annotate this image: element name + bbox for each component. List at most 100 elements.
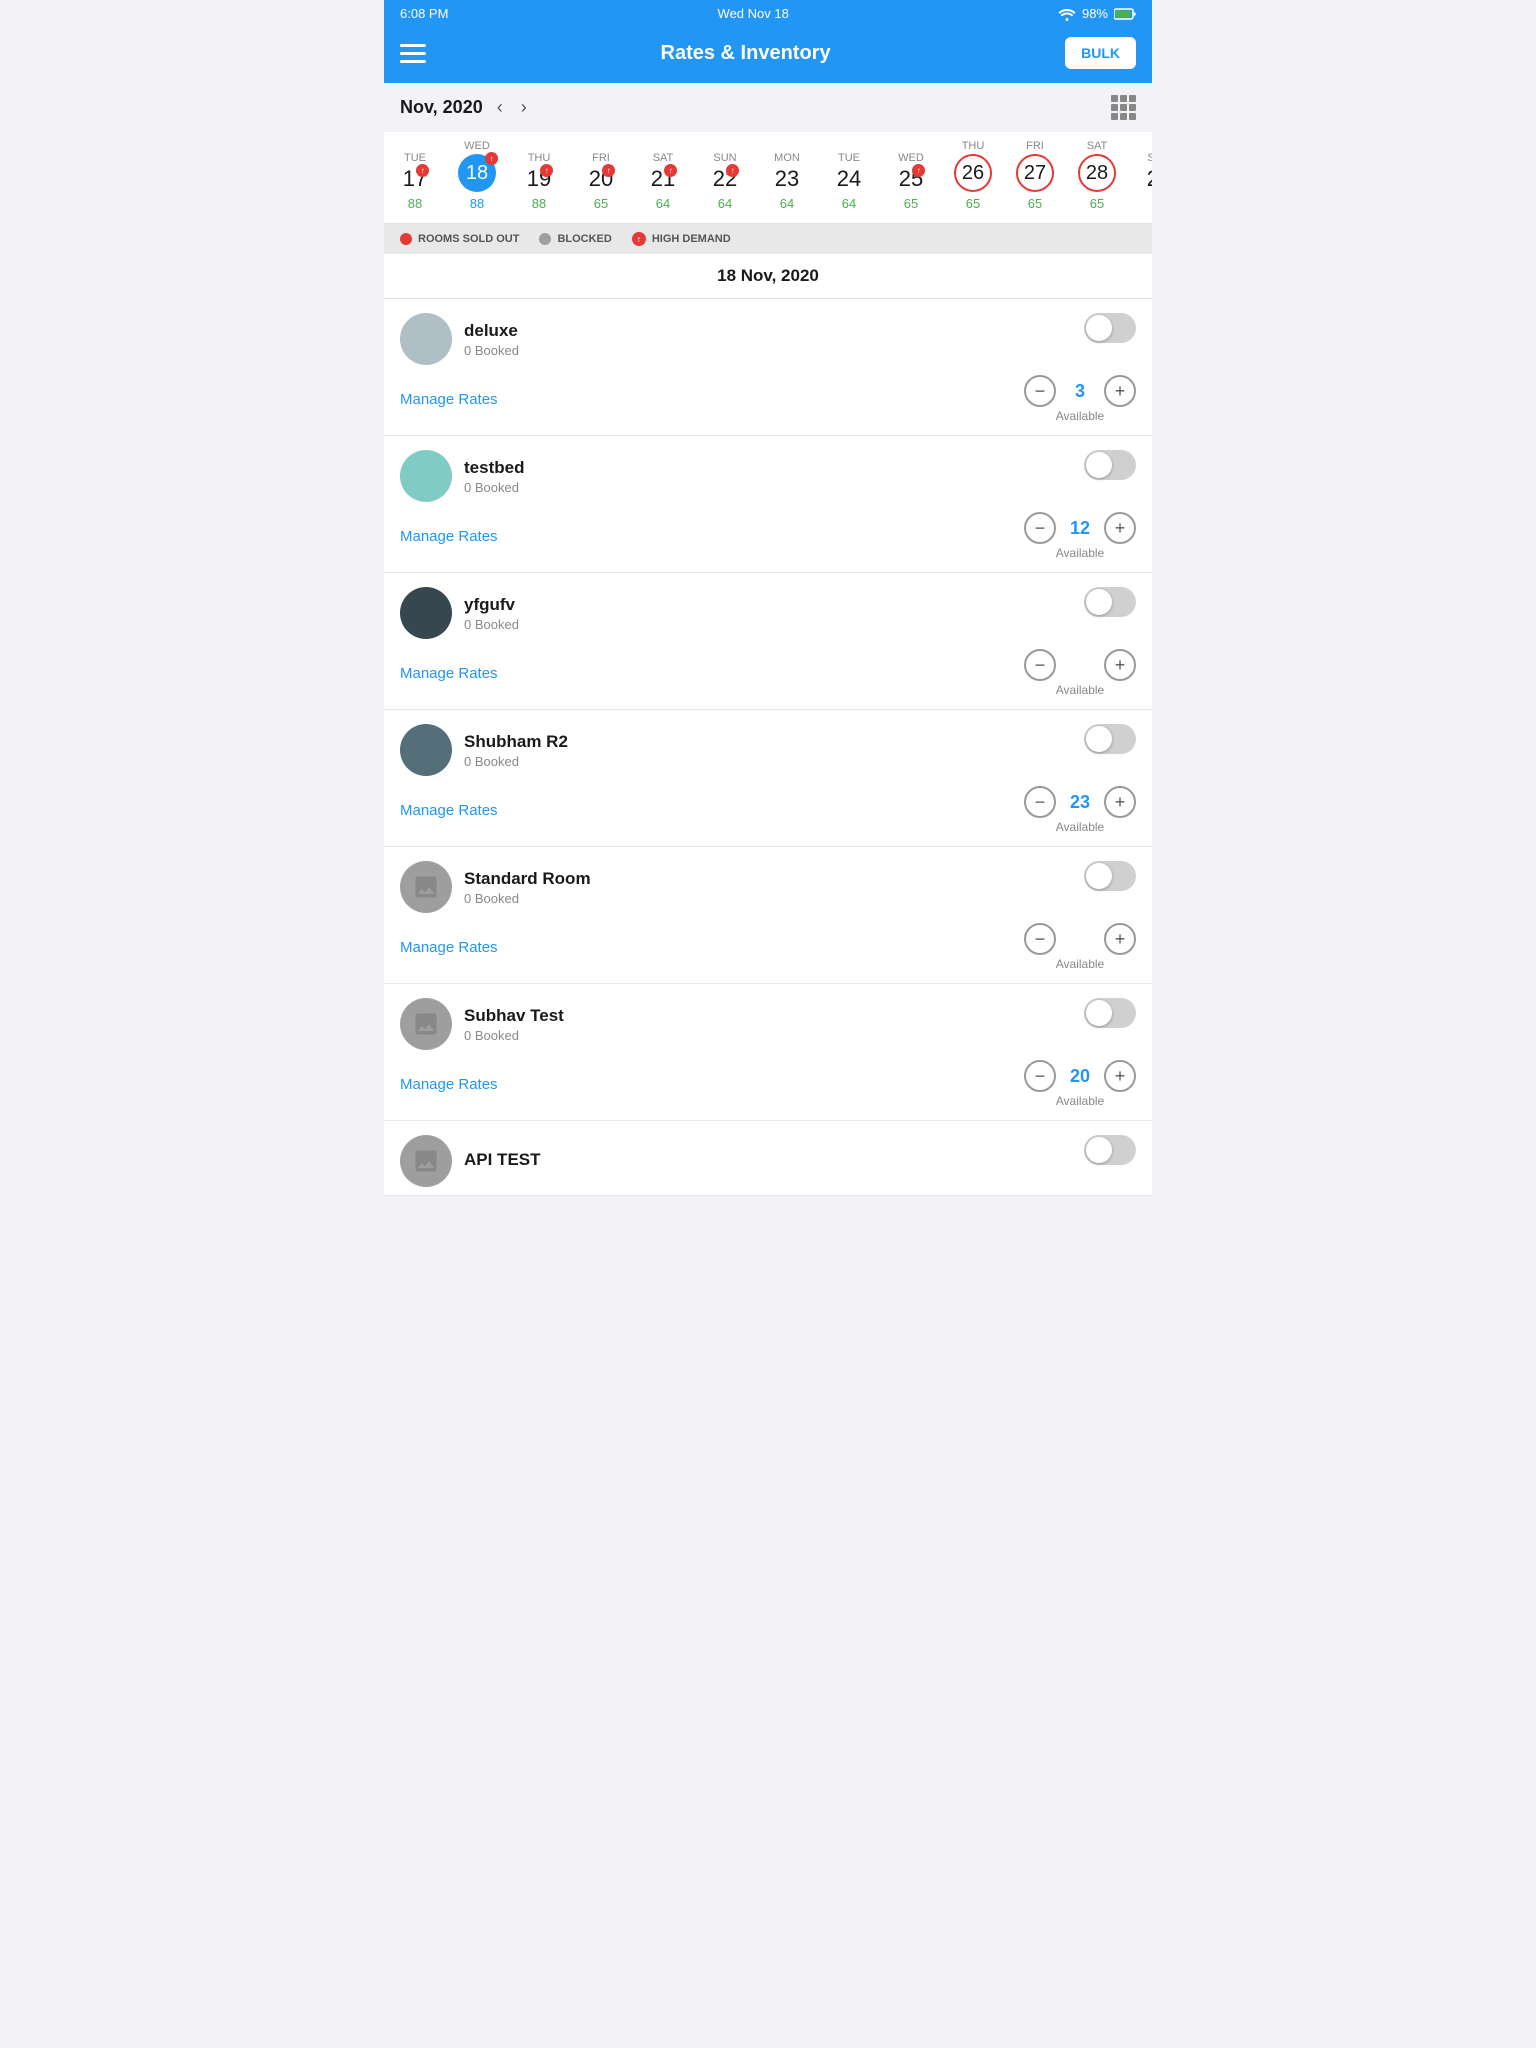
calendar-day-26[interactable]: THU2665: [942, 136, 1004, 215]
next-month-button[interactable]: ›: [517, 93, 531, 122]
manage-rates-link[interactable]: Manage Rates: [400, 528, 498, 545]
room-availability-toggle[interactable]: [1084, 724, 1136, 754]
available-label: Available: [1056, 820, 1104, 834]
available-count: 20: [1068, 1066, 1092, 1087]
cal-day-name: WED: [898, 152, 924, 164]
availability-control: −+Available: [1024, 649, 1136, 697]
room-availability-toggle[interactable]: [1084, 313, 1136, 343]
menu-button[interactable]: [400, 44, 426, 63]
available-label: Available: [1056, 409, 1104, 423]
room-booked-count: 0 Booked: [464, 343, 519, 358]
room-info: Standard Room0 Booked: [400, 861, 1084, 913]
calendar-day-21[interactable]: SAT2164: [632, 148, 694, 215]
calendar-day-27[interactable]: FRI2765: [1004, 136, 1066, 215]
manage-rates-link[interactable]: Manage Rates: [400, 802, 498, 819]
cal-day-num-wrap: 28: [1078, 154, 1116, 192]
cal-day-name: TUE: [838, 152, 860, 164]
room-card-subhav-test: Subhav Test0 BookedManage Rates−20+Avail…: [384, 984, 1152, 1121]
cal-day-name: TUE: [404, 152, 426, 164]
room-image: [400, 313, 452, 365]
status-icons: 98%: [1058, 6, 1136, 21]
manage-rates-link[interactable]: Manage Rates: [400, 665, 498, 682]
calendar-day-17[interactable]: TUE1788: [384, 148, 446, 215]
cal-day-count: 88: [532, 196, 546, 211]
room-text: testbed0 Booked: [464, 458, 524, 495]
calendar-days: TUE1788WED1888THU1988FRI2065SAT2164 SUN 22…: [384, 132, 1152, 223]
calendar-grid-view-button[interactable]: [1111, 95, 1136, 120]
decrease-availability-button[interactable]: −: [1024, 923, 1056, 955]
increase-availability-button[interactable]: +: [1104, 512, 1136, 544]
calendar-day-22[interactable]: SUN2264: [694, 148, 756, 215]
available-label: Available: [1056, 957, 1104, 971]
room-card-api-test: API TEST: [384, 1121, 1152, 1196]
cal-day-count: 65: [594, 196, 608, 211]
calendar-day-23[interactable]: MON2364: [756, 148, 818, 215]
decrease-availability-button[interactable]: −: [1024, 512, 1056, 544]
room-text: Shubham R20 Booked: [464, 732, 568, 769]
manage-rates-link[interactable]: Manage Rates: [400, 939, 498, 956]
legend-blocked: BLOCKED: [539, 233, 611, 245]
calendar-day-19[interactable]: THU1988: [508, 148, 570, 215]
increase-availability-button[interactable]: +: [1104, 375, 1136, 407]
room-booked-count: 0 Booked: [464, 754, 568, 769]
decrease-availability-button[interactable]: −: [1024, 649, 1056, 681]
cal-day-name: THU: [962, 140, 985, 152]
cal-day-count: 65: [904, 196, 918, 211]
page-title: Rates & Inventory: [426, 42, 1065, 65]
room-text: deluxe0 Booked: [464, 321, 519, 358]
decrease-availability-button[interactable]: −: [1024, 375, 1056, 407]
cal-day-num-wrap: 29: [1147, 166, 1152, 192]
room-availability-toggle[interactable]: [1084, 587, 1136, 617]
availability-control: −20+Available: [1024, 1060, 1136, 1108]
calendar-strip: TUE1788WED1888THU1988FRI2065SAT2164 SUN 22…: [384, 132, 1152, 224]
room-info: yfgufv0 Booked: [400, 587, 1084, 639]
available-count: 3: [1068, 381, 1092, 402]
room-top-row: API TEST: [400, 1135, 1136, 1187]
calendar-day-18[interactable]: WED1888: [446, 136, 508, 215]
cal-day-num-wrap: 21: [651, 166, 675, 192]
manage-rates-link[interactable]: Manage Rates: [400, 1076, 498, 1093]
room-card-deluxe: deluxe0 Booked Manage Rates −3 +Available: [384, 299, 1152, 436]
room-availability-toggle[interactable]: [1084, 861, 1136, 891]
room-text: Standard Room0 Booked: [464, 869, 591, 906]
manage-rates-link[interactable]: Manage Rates: [400, 391, 498, 408]
room-image: [400, 861, 452, 913]
cal-day-num-wrap: 27: [1016, 154, 1054, 192]
calendar-day-25[interactable]: WED2565: [880, 148, 942, 215]
cal-day-name: SAT: [1087, 140, 1108, 152]
increase-availability-button[interactable]: +: [1104, 1060, 1136, 1092]
room-availability-toggle[interactable]: [1084, 450, 1136, 480]
increase-availability-button[interactable]: +: [1104, 649, 1136, 681]
cal-day-name: SUN: [713, 152, 736, 164]
cal-day-name: FRI: [1026, 140, 1044, 152]
prev-month-button[interactable]: ‹: [493, 93, 507, 122]
room-info: Shubham R20 Booked: [400, 724, 1084, 776]
battery-level: 98%: [1082, 6, 1108, 21]
available-count: 12: [1068, 518, 1092, 539]
room-info: deluxe0 Booked: [400, 313, 1084, 365]
cal-day-name: WED: [464, 140, 490, 152]
calendar-day-28[interactable]: SAT2865: [1066, 136, 1128, 215]
demand-indicator: [912, 164, 925, 177]
cal-day-number-outlined: 28: [1078, 154, 1116, 192]
decrease-availability-button[interactable]: −: [1024, 786, 1056, 818]
calendar-day-24[interactable]: TUE2464: [818, 148, 880, 215]
calendar-day-20[interactable]: FRI2065: [570, 148, 632, 215]
sold-out-dot: [400, 233, 412, 245]
date-header: 18 Nov, 2020: [384, 254, 1152, 299]
room-availability-toggle[interactable]: [1084, 1135, 1136, 1165]
calendar-day-29[interactable]: SUN2965: [1128, 148, 1152, 215]
decrease-availability-button[interactable]: −: [1024, 1060, 1056, 1092]
cal-day-name: FRI: [592, 152, 610, 164]
status-date: Wed Nov 18: [718, 6, 789, 21]
room-image: [400, 998, 452, 1050]
cal-day-num-wrap: 22: [713, 166, 737, 192]
increase-availability-button[interactable]: +: [1104, 786, 1136, 818]
room-info: Subhav Test0 Booked: [400, 998, 1084, 1050]
room-availability-toggle[interactable]: [1084, 998, 1136, 1028]
room-text: yfgufv0 Booked: [464, 595, 519, 632]
bulk-button[interactable]: BULK: [1065, 37, 1136, 69]
room-bottom-row: Manage Rates −3 +Available: [400, 375, 1136, 423]
room-bottom-row: Manage Rates−23+Available: [400, 786, 1136, 834]
increase-availability-button[interactable]: +: [1104, 923, 1136, 955]
